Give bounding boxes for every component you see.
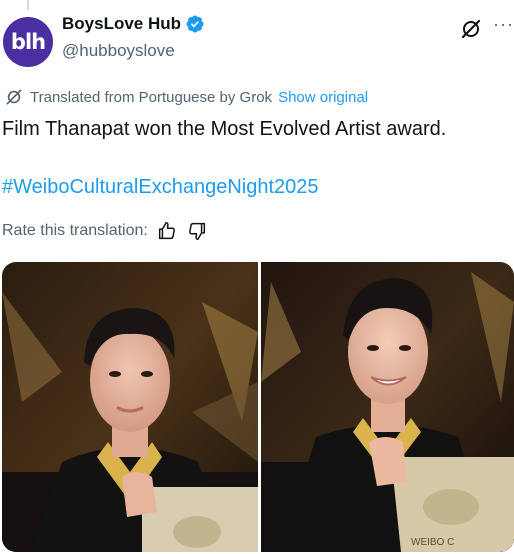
thumbs-up-icon[interactable] (156, 220, 178, 242)
photo-2[interactable]: WEIBO C (261, 262, 514, 552)
photo-2-image: WEIBO C (261, 262, 514, 552)
avatar-logo: blh (10, 30, 46, 54)
photo-1-image (2, 262, 258, 552)
thread-line (27, 0, 29, 10)
author-handle[interactable]: @hubboyslove (62, 41, 175, 61)
show-original-link[interactable]: Show original (278, 89, 368, 106)
avatar[interactable]: blh (3, 17, 53, 67)
thumbs-down-icon[interactable] (186, 220, 208, 242)
author-name-row: BoysLove Hub (62, 14, 205, 34)
tweet-text: Film Thanapat won the Most Evolved Artis… (2, 118, 447, 140)
media-grid: WEIBO C (2, 262, 514, 552)
rate-translation-label: Rate this translation: (2, 222, 148, 239)
grok-icon[interactable] (459, 17, 483, 41)
translated-from-label: Translated from Portuguese by Grok (30, 88, 273, 106)
photo-1[interactable] (2, 262, 258, 552)
hashtag-link[interactable]: #WeiboCulturalExchangeNight2025 (2, 174, 319, 200)
more-icon[interactable]: ··· (493, 14, 514, 35)
grok-small-icon (6, 89, 22, 105)
plaque-text: WEIBO C (411, 537, 454, 548)
rate-translation-row: Rate this translation: (2, 220, 208, 242)
translation-notice: Translated from Portuguese by Grok Show … (4, 87, 368, 107)
author-display-name[interactable]: BoysLove Hub (62, 14, 181, 34)
verified-badge-icon (186, 15, 204, 33)
